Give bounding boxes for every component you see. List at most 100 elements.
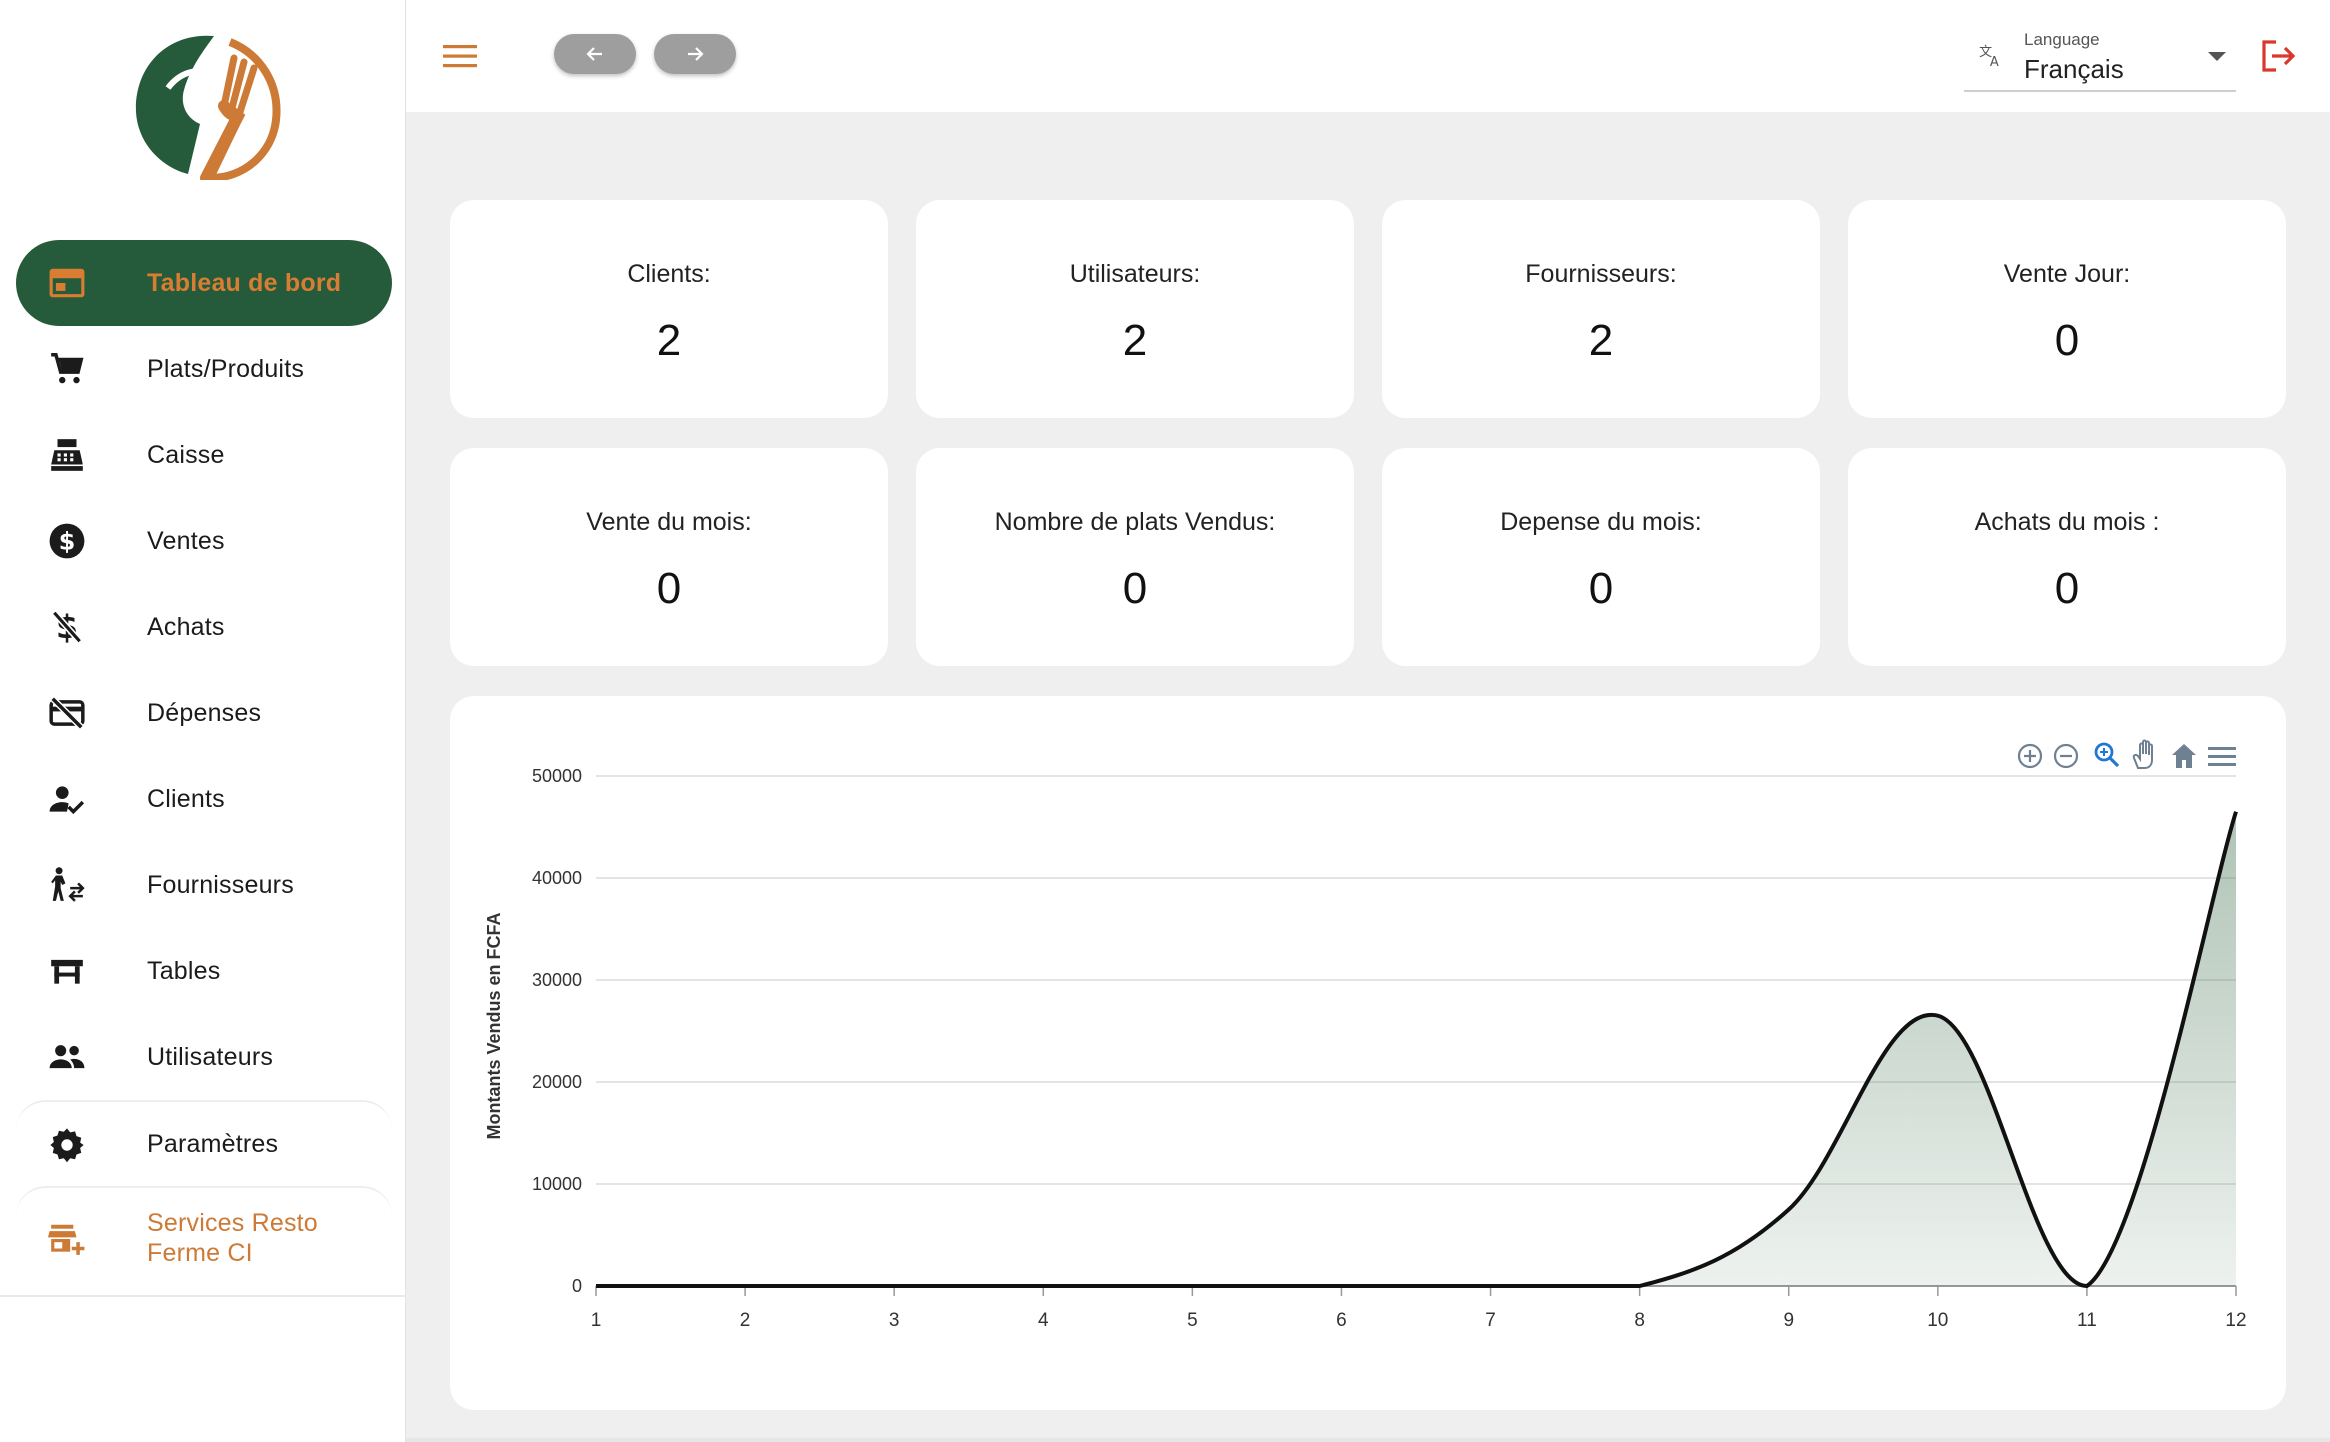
stat-title: Achats du mois :: [1974, 508, 2160, 536]
language-select[interactable]: 文A Language Français: [1964, 22, 2236, 92]
stat-value: 0: [2054, 316, 2080, 365]
stat-title: Utilisateurs:: [1069, 260, 1201, 288]
zoom-out-icon[interactable]: [2053, 743, 2079, 769]
sidebar-nav: Tableau de bord Plats/Produits Caisse $ …: [16, 240, 392, 1288]
stat-value: 0: [1122, 564, 1148, 613]
sidebar-item-label: Caisse: [147, 440, 225, 469]
store-add-icon: [48, 1220, 86, 1258]
sidebar-item-tableau-de-bord[interactable]: Tableau de bord: [16, 240, 392, 326]
sidebar-item-label: Clients: [147, 784, 225, 813]
x-tick-label: 10: [1927, 1310, 1948, 1331]
top-app-bar: 文A Language Français: [406, 0, 2330, 112]
sidebar-item-label: Utilisateurs: [147, 1042, 274, 1071]
stat-value: 2: [1588, 316, 1614, 365]
x-tick-label: 3: [889, 1310, 900, 1331]
y-tick-label: 30000: [532, 970, 582, 990]
stat-card-plats-vendus: Nombre de plats Vendus: 0: [916, 448, 1354, 666]
stat-card-clients: Clients: 2: [450, 200, 888, 418]
x-tick-label: 5: [1187, 1310, 1198, 1331]
sidebar: Tableau de bord Plats/Produits Caisse $ …: [0, 0, 406, 1442]
sidebar-item-label: Achats: [147, 612, 225, 641]
sidebar-item-plats-produits[interactable]: Plats/Produits: [16, 326, 392, 412]
hamburger-menu-icon[interactable]: [442, 38, 478, 74]
x-tick-label: 12: [2225, 1310, 2246, 1331]
sales-area-chart[interactable]: 01000020000300004000050000 1 2 3 4 5 6 7 8 9 10 11…: [450, 696, 2286, 1410]
series-area: [596, 811, 2236, 1286]
y-tick-label: 0: [572, 1276, 582, 1296]
sidebar-item-label: Paramètres: [147, 1129, 279, 1158]
stat-title: Nombre de plats Vendus:: [994, 508, 1276, 536]
svg-text:$: $: [59, 528, 76, 556]
zoom-in-icon[interactable]: [2017, 743, 2043, 769]
money-off-icon: $: [48, 608, 86, 646]
cash-register-icon: [48, 436, 86, 474]
x-tick-label: 8: [1634, 1310, 1645, 1331]
stat-title: Clients:: [627, 260, 711, 288]
x-tick-label: 1: [591, 1310, 602, 1331]
sidebar-item-tables[interactable]: Tables: [16, 928, 392, 1014]
stat-value: 0: [1588, 564, 1614, 613]
card-off-icon: [48, 694, 86, 732]
arrow-right-icon: [688, 47, 704, 61]
x-tick-label: 9: [1783, 1310, 1794, 1331]
dashboard-icon: [48, 264, 86, 302]
stat-title: Vente Jour:: [2003, 260, 2131, 288]
x-tick-label: 11: [2077, 1310, 2097, 1331]
sidebar-item-services-resto[interactable]: Services Resto Ferme CI: [16, 1186, 392, 1288]
stat-value: 0: [656, 564, 682, 613]
menu-lines-icon[interactable]: [2208, 747, 2236, 766]
forward-button[interactable]: [654, 34, 736, 74]
group-icon: [48, 1038, 86, 1076]
person-transfer-icon: [48, 866, 86, 904]
stat-card-fournisseurs: Fournisseurs: 2: [1382, 200, 1820, 418]
stat-card-depense-mois: Depense du mois: 0: [1382, 448, 1820, 666]
dollar-circle-icon: $: [48, 522, 86, 560]
sidebar-item-parametres[interactable]: Paramètres: [16, 1100, 392, 1186]
table-icon: [48, 952, 86, 990]
arrow-left-icon: [586, 47, 602, 61]
sidebar-item-caisse[interactable]: Caisse: [16, 412, 392, 498]
sidebar-divider: [0, 1295, 406, 1297]
language-caption: Language: [2024, 30, 2100, 49]
stat-value: 2: [656, 316, 682, 365]
y-tick-label: 20000: [532, 1072, 582, 1092]
gear-icon: [48, 1126, 86, 1164]
stat-card-utilisateurs: Utilisateurs: 2: [916, 200, 1354, 418]
x-tick-label: 7: [1485, 1310, 1496, 1331]
logout-icon[interactable]: [2258, 36, 2298, 76]
y-tick-label: 10000: [532, 1174, 582, 1194]
y-axis-label: Montants Vendus en FCFA: [484, 912, 504, 1139]
stat-title: Fournisseurs:: [1525, 260, 1677, 288]
sidebar-item-fournisseurs[interactable]: Fournisseurs: [16, 842, 392, 928]
stat-value: 0: [2054, 564, 2080, 613]
zoom-selection-icon[interactable]: [2094, 742, 2120, 768]
stat-card-vente-mois: Vente du mois: 0: [450, 448, 888, 666]
back-button[interactable]: [554, 34, 636, 74]
y-tick-label: 50000: [532, 766, 582, 786]
stat-title: Vente du mois:: [586, 508, 752, 536]
person-check-icon: [48, 780, 86, 818]
pan-hand-icon[interactable]: [2132, 739, 2153, 769]
stat-value: 2: [1122, 316, 1148, 365]
x-tick-label: 6: [1336, 1310, 1347, 1331]
sidebar-item-depenses[interactable]: Dépenses: [16, 670, 392, 756]
sales-chart-card: 0 10000 20000 30000 40000 50000 1 2 3 4 5 6 7 8 9 10 11…: [450, 696, 2286, 1410]
sidebar-item-label: Plats/Produits: [147, 354, 305, 383]
stat-card-achats-mois: Achats du mois : 0: [1848, 448, 2286, 666]
sidebar-item-label: Tableau de bord: [147, 268, 342, 297]
y-tick-label: 40000: [532, 868, 582, 888]
language-value: Français: [2024, 54, 2124, 84]
stat-title: Depense du mois:: [1500, 508, 1702, 536]
sidebar-item-clients[interactable]: Clients: [16, 756, 392, 842]
sidebar-item-label: Fournisseurs: [147, 870, 294, 899]
sidebar-item-label: Services Resto Ferme CI: [147, 1209, 318, 1267]
sidebar-item-achats[interactable]: $ Achats: [16, 584, 392, 670]
sidebar-item-utilisateurs[interactable]: Utilisateurs: [16, 1014, 392, 1100]
stat-card-vente-jour: Vente Jour: 0: [1848, 200, 2286, 418]
cart-icon: [48, 350, 86, 388]
translate-icon: 文A: [1979, 45, 1999, 68]
home-reset-icon[interactable]: [2172, 744, 2196, 768]
sidebar-item-label: Dépenses: [147, 698, 262, 727]
fork-leaf-logo-icon[interactable]: [128, 28, 282, 184]
sidebar-item-ventes[interactable]: $ Ventes: [16, 498, 392, 584]
